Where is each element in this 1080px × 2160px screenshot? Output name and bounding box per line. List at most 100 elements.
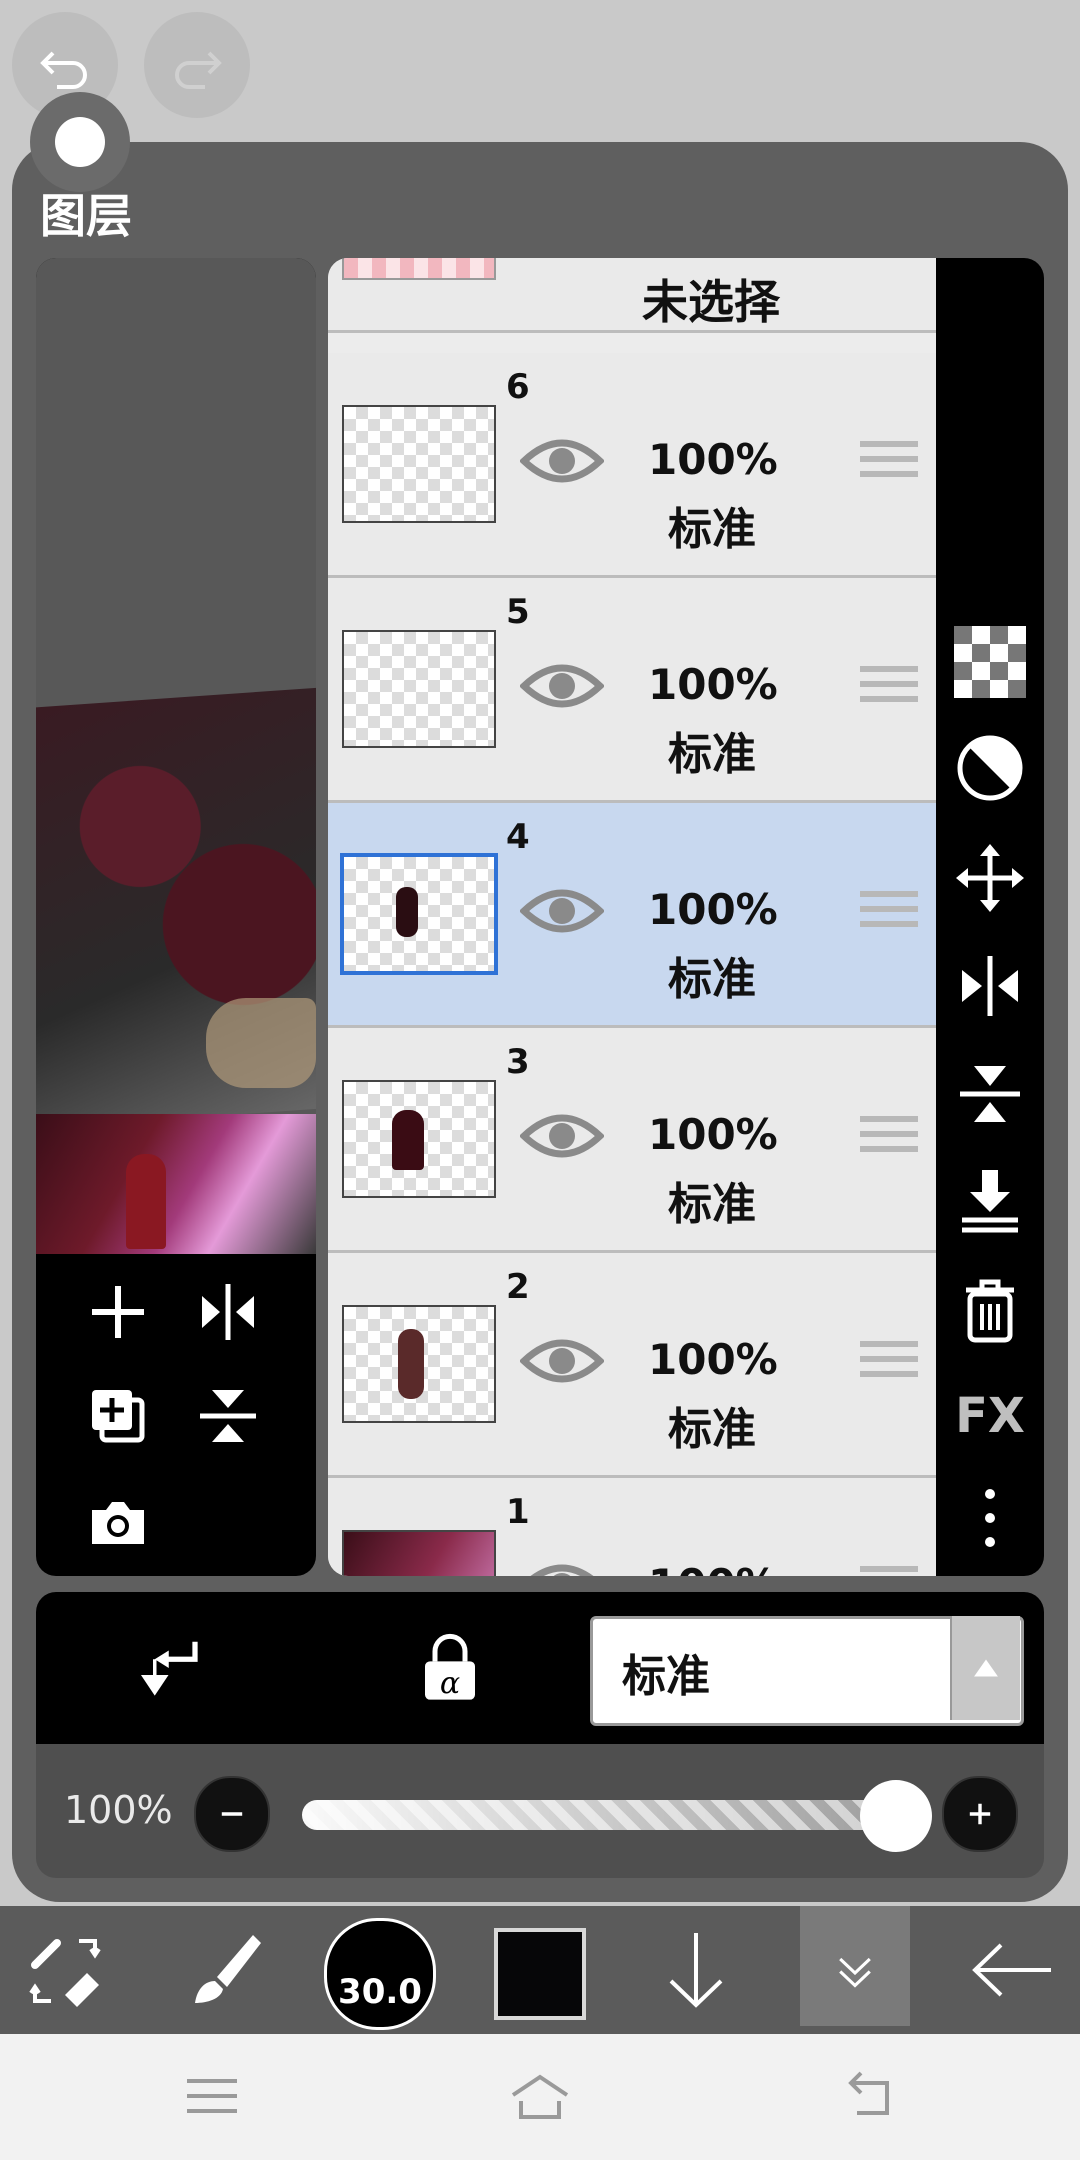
tool-switch-button[interactable]: [6, 1910, 126, 2030]
home-icon: [511, 2074, 569, 2119]
drag-handle-icon[interactable]: [860, 1566, 918, 1576]
alpha-lock-button[interactable]: α: [408, 1624, 492, 1712]
back-button[interactable]: [952, 1910, 1072, 2030]
brush-eraser-swap-icon: [29, 1939, 101, 2007]
opacity-increase-button[interactable]: [942, 1776, 1018, 1852]
camera-button[interactable]: [78, 1482, 158, 1562]
eye-icon[interactable]: [520, 656, 604, 716]
flip-horizontal-icon: [202, 1284, 254, 1340]
layer-thumbnail: [342, 630, 496, 748]
layer-thumbnail: [340, 853, 498, 975]
layer-row[interactable]: 5 100% 标准: [328, 578, 936, 803]
layer-thumbnail: [342, 1530, 496, 1576]
opacity-value: 100%: [64, 1788, 173, 1832]
move-icon: [956, 844, 1024, 912]
brush-size-value: 30.0: [338, 1972, 422, 2012]
drag-handle-icon[interactable]: [860, 1341, 918, 1389]
layer-row[interactable]: 6 100% 标准: [328, 353, 936, 578]
layer-opacity: 100%: [648, 435, 778, 484]
opacity-slider-thumb[interactable]: [860, 1780, 932, 1852]
layer-blend-mode: 标准: [668, 1404, 756, 1455]
layer-thumbnail: [342, 1080, 496, 1198]
navigator-thumbnail[interactable]: [36, 1114, 316, 1254]
layer-blend-mode: 标准: [668, 729, 756, 780]
alpha-lock-icon: α: [425, 1633, 475, 1701]
fx-button[interactable]: FX: [954, 1380, 1026, 1452]
opacity-slider-track[interactable]: [302, 1800, 892, 1830]
layer-tools-bar: FX: [936, 258, 1044, 1576]
layer-row[interactable]: 1 100% 标准: [328, 1478, 936, 1576]
delete-layer-button[interactable]: [954, 1274, 1026, 1346]
plus-icon: [969, 1803, 991, 1825]
flip-horizontal-icon: [962, 956, 1018, 1016]
color-swatch-button[interactable]: [494, 1928, 586, 2020]
duplicate-layer-button[interactable]: [78, 1376, 158, 1456]
canvas-preview-area: [36, 258, 316, 1576]
eye-icon[interactable]: [520, 431, 604, 491]
panel-title: 图层: [40, 189, 132, 243]
opacity-decrease-button[interactable]: [194, 1776, 270, 1852]
eye-icon[interactable]: [520, 1331, 604, 1391]
layer-row[interactable]: 2 100% 标准: [328, 1253, 936, 1478]
blend-mode-dropdown-button[interactable]: [950, 1616, 1020, 1720]
checkerboard-icon: [954, 626, 1026, 698]
layer-number: 2: [506, 1267, 530, 1307]
redo-icon: [175, 51, 222, 89]
clipping-icon: [140, 1641, 198, 1696]
blend-mode-value: 标准: [622, 1651, 710, 1702]
merge-down-button[interactable]: [954, 1164, 1026, 1236]
drag-handle-icon[interactable]: [860, 891, 918, 939]
more-options-button[interactable]: [954, 1482, 1026, 1554]
move-button[interactable]: [954, 842, 1026, 914]
layer-row-selected[interactable]: 4 100% 标准: [328, 803, 936, 1028]
flip-vertical-icon: [200, 1390, 256, 1442]
redo-button[interactable]: [144, 12, 250, 118]
eye-icon[interactable]: [520, 881, 604, 941]
menu-icon: [187, 2079, 237, 2113]
eye-icon[interactable]: [520, 1106, 604, 1166]
add-layer-button[interactable]: [78, 1272, 158, 1352]
brush-icon: [195, 1935, 261, 2003]
flip-vertical-layer-button[interactable]: [954, 1058, 1026, 1130]
layer-row-unselected[interactable]: 未选择: [328, 258, 936, 333]
home-button[interactable]: [480, 2036, 600, 2156]
contrast-icon: [957, 735, 1023, 801]
recent-apps-button[interactable]: [152, 2036, 272, 2156]
layer-number: 4: [506, 817, 530, 857]
eye-icon[interactable]: [520, 1556, 604, 1576]
flip-vertical-icon: [960, 1066, 1020, 1122]
layer-opacity: 100%: [648, 1560, 778, 1576]
layer-number: 1: [506, 1492, 530, 1532]
layer-opacity: 100%: [648, 660, 778, 709]
layer-list[interactable]: 未选择 6 100% 标准 5 100% 标准 4 100% 标准 3 100%: [328, 258, 936, 1576]
clipping-button[interactable]: [134, 1628, 214, 1708]
layer-thumbnail: [342, 1305, 496, 1423]
brush-tool-button[interactable]: [162, 1910, 282, 2030]
trash-icon: [966, 1279, 1014, 1343]
invert-button[interactable]: [954, 732, 1026, 804]
drag-handle-icon[interactable]: [860, 441, 918, 489]
arrow-down-icon: [669, 1933, 723, 2008]
more-vertical-icon: [985, 1489, 995, 1547]
layer-blend-mode: 标准: [668, 504, 756, 555]
thumbnail-figure: [398, 1329, 424, 1399]
brush-size-button[interactable]: 30.0: [324, 1918, 436, 2030]
preview-artwork-detail: [206, 998, 316, 1088]
drag-handle-icon[interactable]: [860, 1116, 918, 1164]
fx-icon: FX: [955, 1388, 1025, 1444]
layer-down-button[interactable]: [636, 1910, 756, 2030]
collapse-button[interactable]: [800, 1906, 910, 2026]
flip-vertical-button[interactable]: [188, 1376, 268, 1456]
drag-handle-icon[interactable]: [860, 666, 918, 714]
plus-icon: [92, 1286, 144, 1338]
thumbnail-figure: [396, 887, 418, 937]
transparency-button[interactable]: [954, 626, 1026, 698]
merge-down-icon: [962, 1170, 1018, 1233]
layer-thumbnail: [342, 258, 496, 280]
panel-handle-dot[interactable]: [55, 117, 105, 167]
flip-horizontal-layer-button[interactable]: [954, 950, 1026, 1022]
flip-horizontal-button[interactable]: [188, 1272, 268, 1352]
system-back-button[interactable]: [808, 2036, 928, 2156]
layer-number: 3: [506, 1042, 530, 1082]
layer-row[interactable]: 3 100% 标准: [328, 1028, 936, 1253]
